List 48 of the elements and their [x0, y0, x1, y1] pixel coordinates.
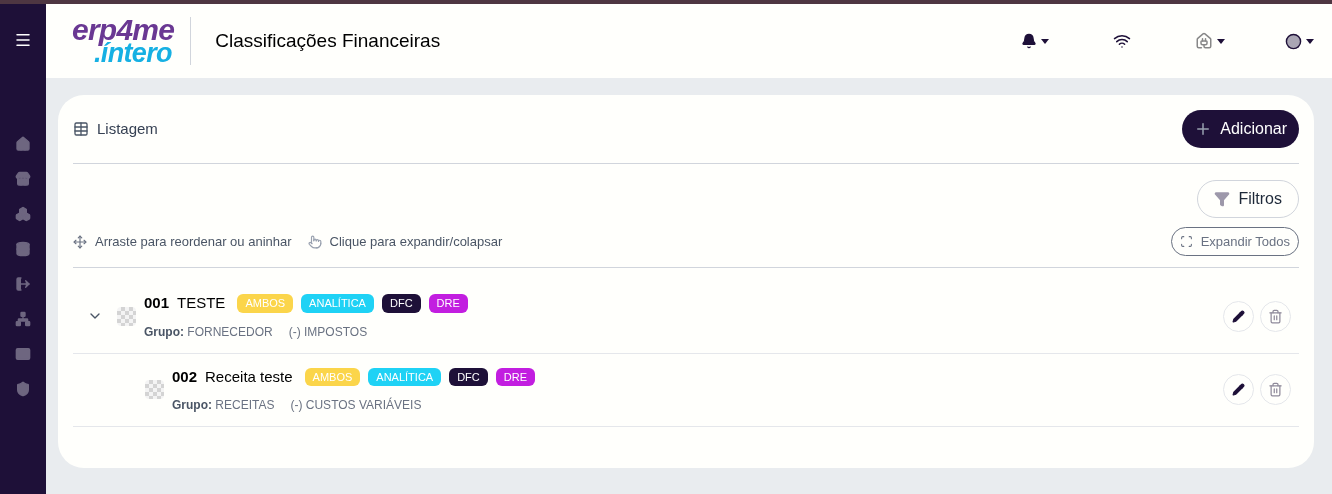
card-title: Listagem [97, 118, 158, 139]
menu-icon[interactable] [14, 31, 32, 49]
filter-icon [1214, 191, 1231, 207]
move-icon [73, 234, 87, 249]
category-text: (-) IMPOSTOS [288, 323, 368, 341]
item-code: 002 [172, 366, 198, 387]
group-text: Grupo: FORNECEDOR [144, 323, 273, 341]
expand-icon [1179, 235, 1193, 248]
tag: ANALÍTICA [301, 294, 374, 313]
home-icon[interactable] [15, 136, 31, 152]
avatar-icon [1285, 32, 1302, 50]
group-text: Grupo: RECEITAS [172, 397, 275, 414]
caret-icon [1041, 38, 1049, 44]
trash-icon [1268, 382, 1283, 398]
device-menu[interactable] [1195, 32, 1225, 50]
tag: DRE [428, 294, 468, 313]
item-name: Receita teste [205, 366, 293, 387]
notifications-menu[interactable] [1021, 33, 1049, 49]
tag: AMBOS [237, 294, 294, 313]
pencil-icon [1232, 383, 1245, 397]
wifi-icon[interactable] [1113, 32, 1131, 50]
logout-icon[interactable] [15, 276, 31, 292]
tag: DFC [381, 294, 421, 313]
item-code: 001 [144, 293, 170, 313]
category-text: (-) CUSTOS VARIÁVEIS [290, 396, 422, 414]
bell-icon [1021, 33, 1037, 49]
hint-text: Arraste para reordenar ou aninhar [95, 232, 292, 251]
item-name: TESTE [177, 293, 226, 313]
tag: DRE [495, 367, 535, 386]
tag: ANALÍTICA [368, 367, 442, 386]
hint-text: Clique para expandir/colapsar [329, 232, 503, 251]
caret-icon [1306, 38, 1314, 44]
page-title: Classificações Financeiras [215, 28, 441, 53]
add-button[interactable]: Adicionar [1182, 110, 1299, 148]
tag: DFC [449, 367, 488, 386]
table-icon [73, 121, 89, 137]
caret-icon [1217, 38, 1225, 44]
network-icon[interactable] [15, 311, 31, 327]
store-icon[interactable] [15, 171, 31, 187]
user-menu[interactable] [1285, 32, 1314, 50]
shield-icon[interactable] [15, 381, 31, 397]
drag-handle[interactable] [145, 380, 164, 400]
logo: erp4me .íntero [72, 16, 192, 66]
tag: AMBOS [304, 367, 361, 386]
drag-handle[interactable] [117, 306, 136, 326]
trash-icon [1268, 308, 1283, 324]
pointer-icon [307, 234, 322, 249]
pencil-icon [1232, 309, 1245, 323]
